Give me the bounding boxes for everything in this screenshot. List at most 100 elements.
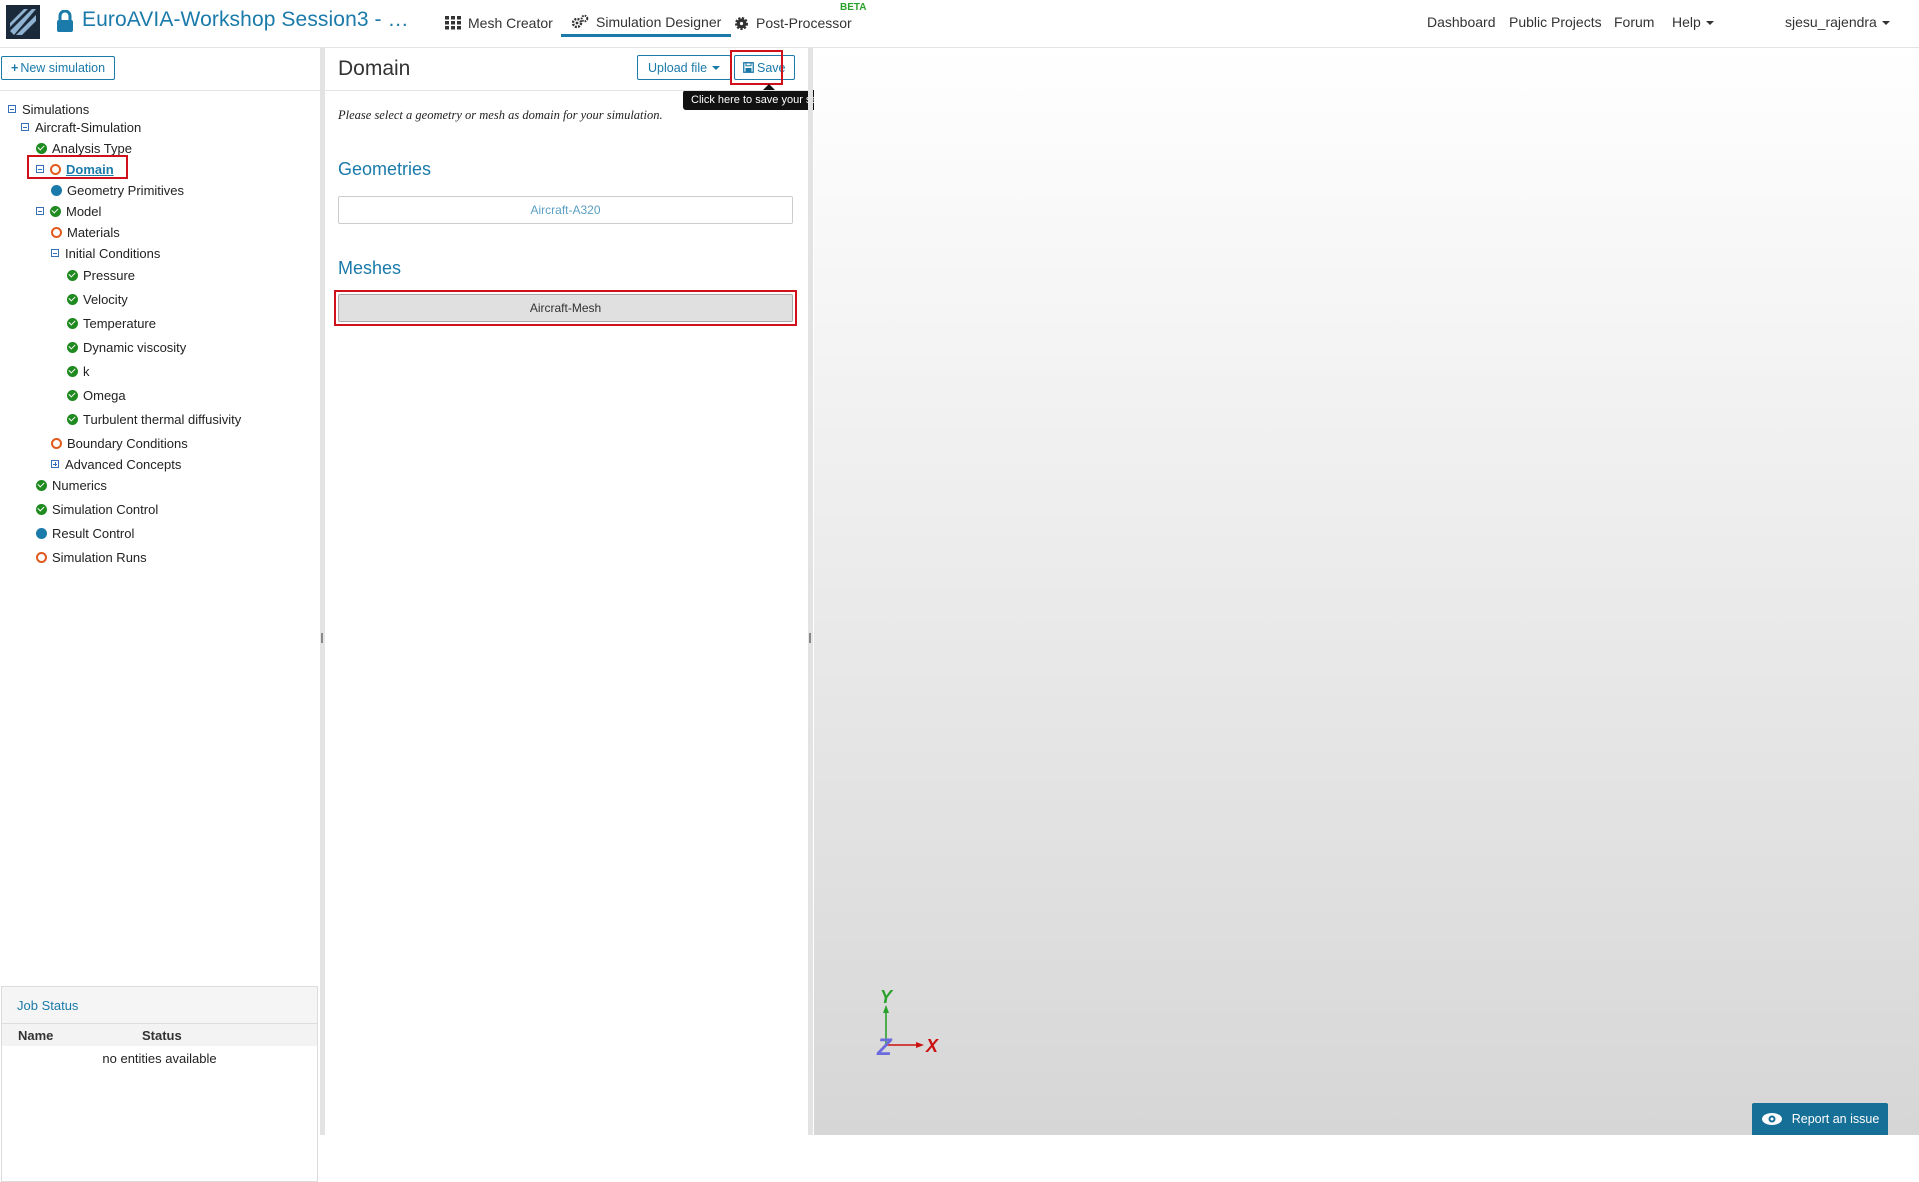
tree-item-simulation-runs[interactable]: Simulation Runs [36,548,147,566]
tree-item-label: Omega [83,387,126,403]
divider [325,90,808,91]
help-dropdown[interactable]: Help [1672,14,1714,30]
tree-item-advanced-concepts[interactable]: Advanced Concepts [51,455,181,473]
tree-item-dynamic-viscosity[interactable]: Dynamic viscosity [67,338,186,356]
check-circle-icon [67,269,78,281]
empty-circle-icon [51,437,62,449]
upload-file-button[interactable]: Upload file [637,55,732,80]
tree-item-label: Velocity [83,291,128,307]
splitter-grip-icon [809,633,811,643]
report-issue-button[interactable]: Report an issue [1752,1103,1888,1135]
tree-item-label: Model [66,203,102,219]
left-panel: + New simulation Simulations Aircraft-Sim… [0,48,320,1182]
domain-highlight [27,155,128,179]
tab-simulation-designer[interactable]: Simulation Designer [561,10,732,37]
tree-item-label: Geometry Primitives [67,182,185,198]
beta-badge: BETA [840,2,867,13]
tree-item-simulations[interactable]: Simulations [8,100,89,118]
user-menu[interactable]: sjesu_rajendra [1785,14,1890,30]
check-circle-icon [67,389,78,401]
check-circle-icon [67,365,78,377]
save-highlight [730,50,783,85]
splitter-grip-icon [321,633,323,643]
check-circle-icon [36,479,47,491]
caret-down-icon [1705,21,1714,26]
tree-item-velocity[interactable]: Velocity [67,290,128,308]
empty-circle-icon [51,226,62,238]
simscale-logo-icon[interactable] [6,5,40,39]
job-status-empty: no entities available [102,1051,217,1066]
help-label: Help [1672,14,1701,30]
lock-icon [57,10,73,32]
tree-item-label: Boundary Conditions [67,435,188,451]
caret-down-icon [1881,21,1890,26]
tab-mesh-creator[interactable]: Mesh Creator [445,10,553,36]
tree-item-k[interactable]: k [67,362,90,380]
forum-link[interactable]: Forum [1614,14,1654,30]
tree-item-temperature[interactable]: Temperature [67,314,156,332]
eye-icon [1761,1113,1782,1125]
empty-circle-icon [36,551,47,563]
tab-label: Simulation Designer [596,14,722,30]
check-circle-icon [67,293,78,305]
tree-item-boundary-conditions[interactable]: Boundary Conditions [51,434,188,452]
check-circle-icon [67,317,78,329]
check-circle-icon [67,341,78,353]
collapse-icon[interactable] [36,207,44,215]
public-projects-link[interactable]: Public Projects [1509,14,1602,30]
dashboard-link[interactable]: Dashboard [1427,14,1496,30]
tab-post-processor[interactable]: Post-Processor [734,10,852,36]
check-circle-icon [67,413,78,425]
collapse-icon[interactable] [21,123,29,131]
grid-icon [445,16,461,30]
tree-item-label: Pressure [83,267,136,283]
right-splitter[interactable] [808,48,813,1135]
tree-item-simulation-control[interactable]: Simulation Control [36,500,158,518]
tree-item-label: Turbulent thermal diffusivity [83,411,242,427]
info-dot-icon [36,527,47,539]
collapse-icon[interactable] [8,105,16,113]
tree-item-label: Simulations [22,101,90,117]
tree-item-label: k [83,363,90,379]
tree-item-model[interactable]: Model [36,202,101,220]
tree-item-omega[interactable]: Omega [67,386,126,404]
tree-item-turbulent-thermal-diffusivity[interactable]: Turbulent thermal diffusivity [67,410,241,428]
check-circle-icon [36,142,47,154]
info-dot-icon [51,184,62,196]
project-title[interactable]: EuroAVIA-Workshop Session3 - … [82,8,409,32]
tree-item-label: Initial Conditions [65,245,161,261]
collapse-icon[interactable] [51,249,59,257]
tree-item-numerics[interactable]: Numerics [36,476,107,494]
mesh-item[interactable]: Aircraft-Mesh [338,294,793,322]
domain-panel: Domain Upload file Save Click here to sa… [325,48,852,1135]
geometry-item[interactable]: Aircraft-A320 [338,196,793,224]
job-status-panel: Job Status Name Status no entities avail… [1,986,318,1182]
tree-item-geometry-primitives[interactable]: Geometry Primitives [51,181,184,199]
tree-item-result-control[interactable]: Result Control [36,524,134,542]
tree-item-label: Materials [67,224,120,240]
upload-file-label: Upload file [648,60,708,75]
tree-item-label: Dynamic viscosity [83,339,187,355]
tree-item-pressure[interactable]: Pressure [67,266,135,284]
tree-item-label: Temperature [83,315,156,331]
job-status-title: Job Status [17,998,79,1013]
3d-viewer[interactable]: Y X Z Report an issue [814,48,1919,1135]
username: sjesu_rajendra [1785,14,1877,30]
tree-item-materials[interactable]: Materials [51,223,120,241]
tree-item-aircraft-simulation[interactable]: Aircraft-Simulation [21,118,141,136]
tab-label: Mesh Creator [468,15,553,31]
meshes-heading: Meshes [338,258,402,278]
check-circle-icon [50,205,61,217]
new-simulation-button[interactable]: + New simulation [1,56,116,80]
tree-item-label: Simulation Control [52,501,159,517]
instruction-text: Please select a geometry or mesh as doma… [338,108,663,122]
tab-label: Post-Processor [756,15,852,31]
tree-item-initial-conditions[interactable]: Initial Conditions [51,244,160,262]
tree-item-label: Analysis Type [52,140,132,156]
page-title: Domain [338,57,411,80]
tree-item-label: Simulation Runs [52,549,147,565]
gears-icon [571,14,589,29]
tree-item-label: Aircraft-Simulation [35,119,142,135]
tree-item-label: Advanced Concepts [65,456,182,472]
expand-icon[interactable] [51,460,59,468]
